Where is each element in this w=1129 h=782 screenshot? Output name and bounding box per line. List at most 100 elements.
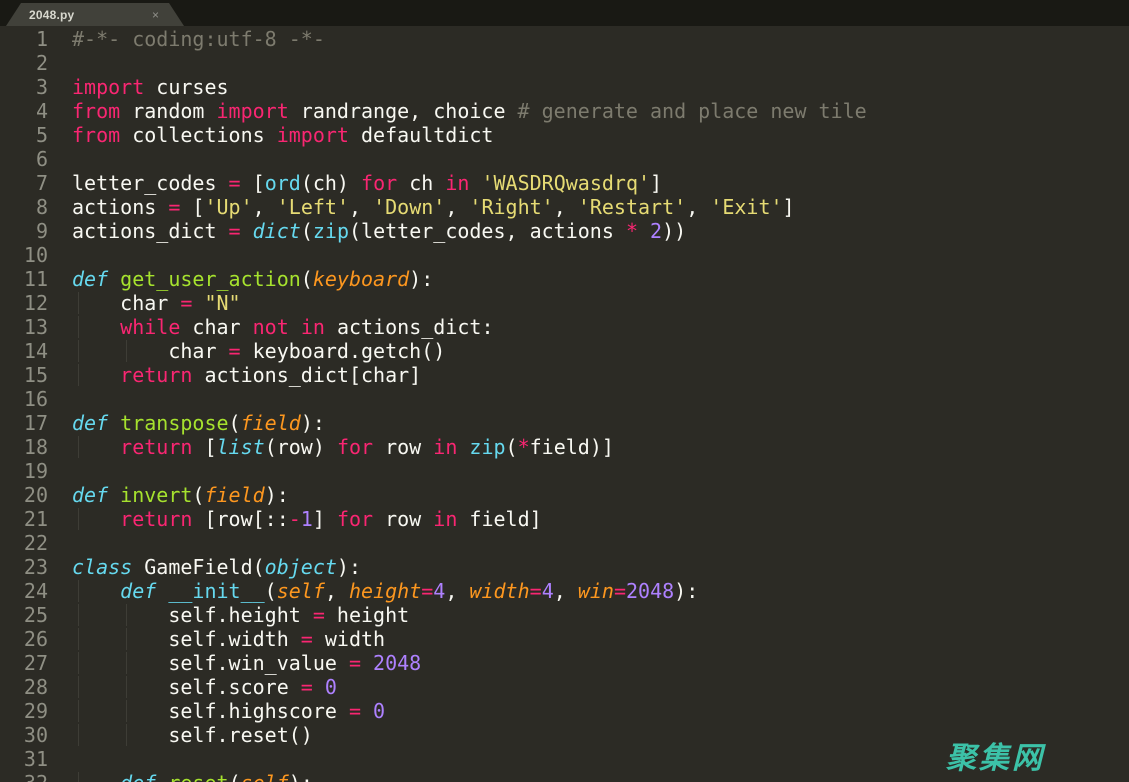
- code-text: return actions_dict[char]: [72, 363, 421, 387]
- code-line[interactable]: 8 actions = ['Up', 'Left', 'Down', 'Right…: [0, 195, 1129, 219]
- code-line[interactable]: 19: [0, 459, 1129, 483]
- code-line[interactable]: 10: [0, 243, 1129, 267]
- code-token: # generate and place new tile: [517, 99, 867, 123]
- code-token: ):: [336, 555, 362, 579]
- code-line[interactable]: 14 char = keyboard.getch(): [0, 339, 1129, 363]
- code-token: (letter_codes, actions: [348, 219, 626, 243]
- line-number: 6: [35, 147, 48, 171]
- code-text: actions = ['Up', 'Left', 'Down', 'Right'…: [72, 195, 795, 219]
- code-token: =: [348, 651, 361, 675]
- code-token: keyboard.getch(): [240, 339, 446, 363]
- code-line[interactable]: 27 self.win_value = 2048: [0, 651, 1129, 675]
- code-line[interactable]: 9 actions_dict = dict(zip(letter_codes, a…: [0, 219, 1129, 243]
- code-text: self.height = height: [72, 603, 409, 627]
- indent-guide-line: [78, 316, 79, 338]
- code-token: collections: [120, 123, 277, 147]
- code-token: while: [120, 315, 181, 339]
- code-token: ]: [650, 171, 663, 195]
- code-line[interactable]: 11 def get_user_action(keyboard):: [0, 267, 1129, 291]
- code-token: =: [421, 579, 434, 603]
- code-token: char: [180, 315, 253, 339]
- code-line[interactable]: 25 self.height = height: [0, 603, 1129, 627]
- code-line[interactable]: 16: [0, 387, 1129, 411]
- code-token: ,: [445, 195, 470, 219]
- code-token: def: [72, 411, 109, 435]
- indent-guide-line: [126, 628, 127, 650]
- code-line[interactable]: 13 while char not in actions_dict:: [0, 315, 1129, 339]
- code-text: self.win_value = 2048: [72, 651, 421, 675]
- code-token: =: [228, 219, 241, 243]
- tab-2048py[interactable]: 2048.py ×: [6, 3, 184, 26]
- code-token: for: [336, 507, 374, 531]
- code-line[interactable]: 18 return [list(row) for row in zip(*fie…: [0, 435, 1129, 459]
- code-line[interactable]: 26 self.width = width: [0, 627, 1129, 651]
- code-line[interactable]: 28 self.score = 0: [0, 675, 1129, 699]
- code-line[interactable]: 1 #-*- coding:utf-8 -*-: [0, 27, 1129, 51]
- code-line[interactable]: 15 return actions_dict[char]: [0, 363, 1129, 387]
- code-line[interactable]: 17 def transpose(field):: [0, 411, 1129, 435]
- code-text: import curses: [72, 75, 229, 99]
- code-text: return [list(row) for row in zip(*field)…: [72, 435, 614, 459]
- code-line[interactable]: 24 def __init__(self, height=4, width=4,…: [0, 579, 1129, 603]
- line-number: 32: [0, 771, 48, 782]
- code-line[interactable]: 29 self.highscore = 0: [0, 699, 1129, 723]
- code-token: in: [433, 435, 458, 459]
- line-number: 15: [23, 363, 48, 387]
- code-token: =: [312, 603, 325, 627]
- code-token: 1: [300, 507, 313, 531]
- code-text: letter_codes = [ord(ch) for ch in 'WASDR…: [72, 171, 662, 195]
- code-token: 'Restart': [577, 195, 687, 219]
- code-token: 0: [324, 675, 337, 699]
- code-line[interactable]: 3 import curses: [0, 75, 1129, 99]
- code-line[interactable]: 22: [0, 531, 1129, 555]
- code-token: (: [300, 267, 313, 291]
- code-line[interactable]: 7 letter_codes = [ord(ch) for ch in 'WASD…: [0, 171, 1129, 195]
- code-line[interactable]: 12 char = "N": [0, 291, 1129, 315]
- line-number: 14: [23, 339, 48, 363]
- code-text: #-*- coding:utf-8 -*-: [72, 27, 325, 51]
- line-number: 11: [23, 267, 48, 291]
- indent-guide-line: [78, 652, 79, 674]
- code-line[interactable]: 5 from collections import defaultdict: [0, 123, 1129, 147]
- code-token: letter_codes: [72, 171, 229, 195]
- code-line[interactable]: 23 class GameField(object):: [0, 555, 1129, 579]
- code-token: def: [72, 483, 109, 507]
- code-token: *: [517, 435, 530, 459]
- code-line[interactable]: 2: [0, 51, 1129, 75]
- line-number: 28: [23, 675, 48, 699]
- tab-title: 2048.py: [29, 7, 75, 22]
- line-number: 13: [23, 315, 48, 339]
- code-token: return: [120, 507, 193, 531]
- code-token: import: [216, 99, 289, 123]
- code-line[interactable]: 20 def invert(field):: [0, 483, 1129, 507]
- indent-guide-line: [78, 604, 79, 626]
- code-token: ,: [553, 579, 578, 603]
- code-token: ch: [397, 171, 446, 195]
- code-text: actions_dict = dict(zip(letter_codes, ac…: [72, 219, 686, 243]
- close-icon[interactable]: ×: [152, 9, 159, 21]
- code-token: field: [240, 411, 301, 435]
- code-token: height: [348, 579, 422, 603]
- code-token: not: [252, 315, 289, 339]
- code-editor[interactable]: 1 #-*- coding:utf-8 -*- 2 3 import curses 4 fr…: [0, 26, 1129, 782]
- indent-guide-line: [78, 292, 79, 314]
- code-line[interactable]: 6: [0, 147, 1129, 171]
- code-token: class: [72, 555, 133, 579]
- code-token: -: [288, 507, 301, 531]
- code-token: char: [72, 291, 181, 315]
- code-line[interactable]: 21 return [row[::-1] for row in field]: [0, 507, 1129, 531]
- code-token: import: [72, 75, 145, 99]
- code-token: ):: [674, 579, 699, 603]
- indent-guide-line: [78, 628, 79, 650]
- code-token: row: [373, 435, 434, 459]
- line-number: 31: [23, 747, 48, 771]
- code-token: (: [505, 435, 518, 459]
- code-line[interactable]: 4 from random import randrange, choice # …: [0, 99, 1129, 123]
- code-token: ,: [686, 195, 711, 219]
- code-text: while char not in actions_dict:: [72, 315, 493, 339]
- code-token: 2: [650, 219, 663, 243]
